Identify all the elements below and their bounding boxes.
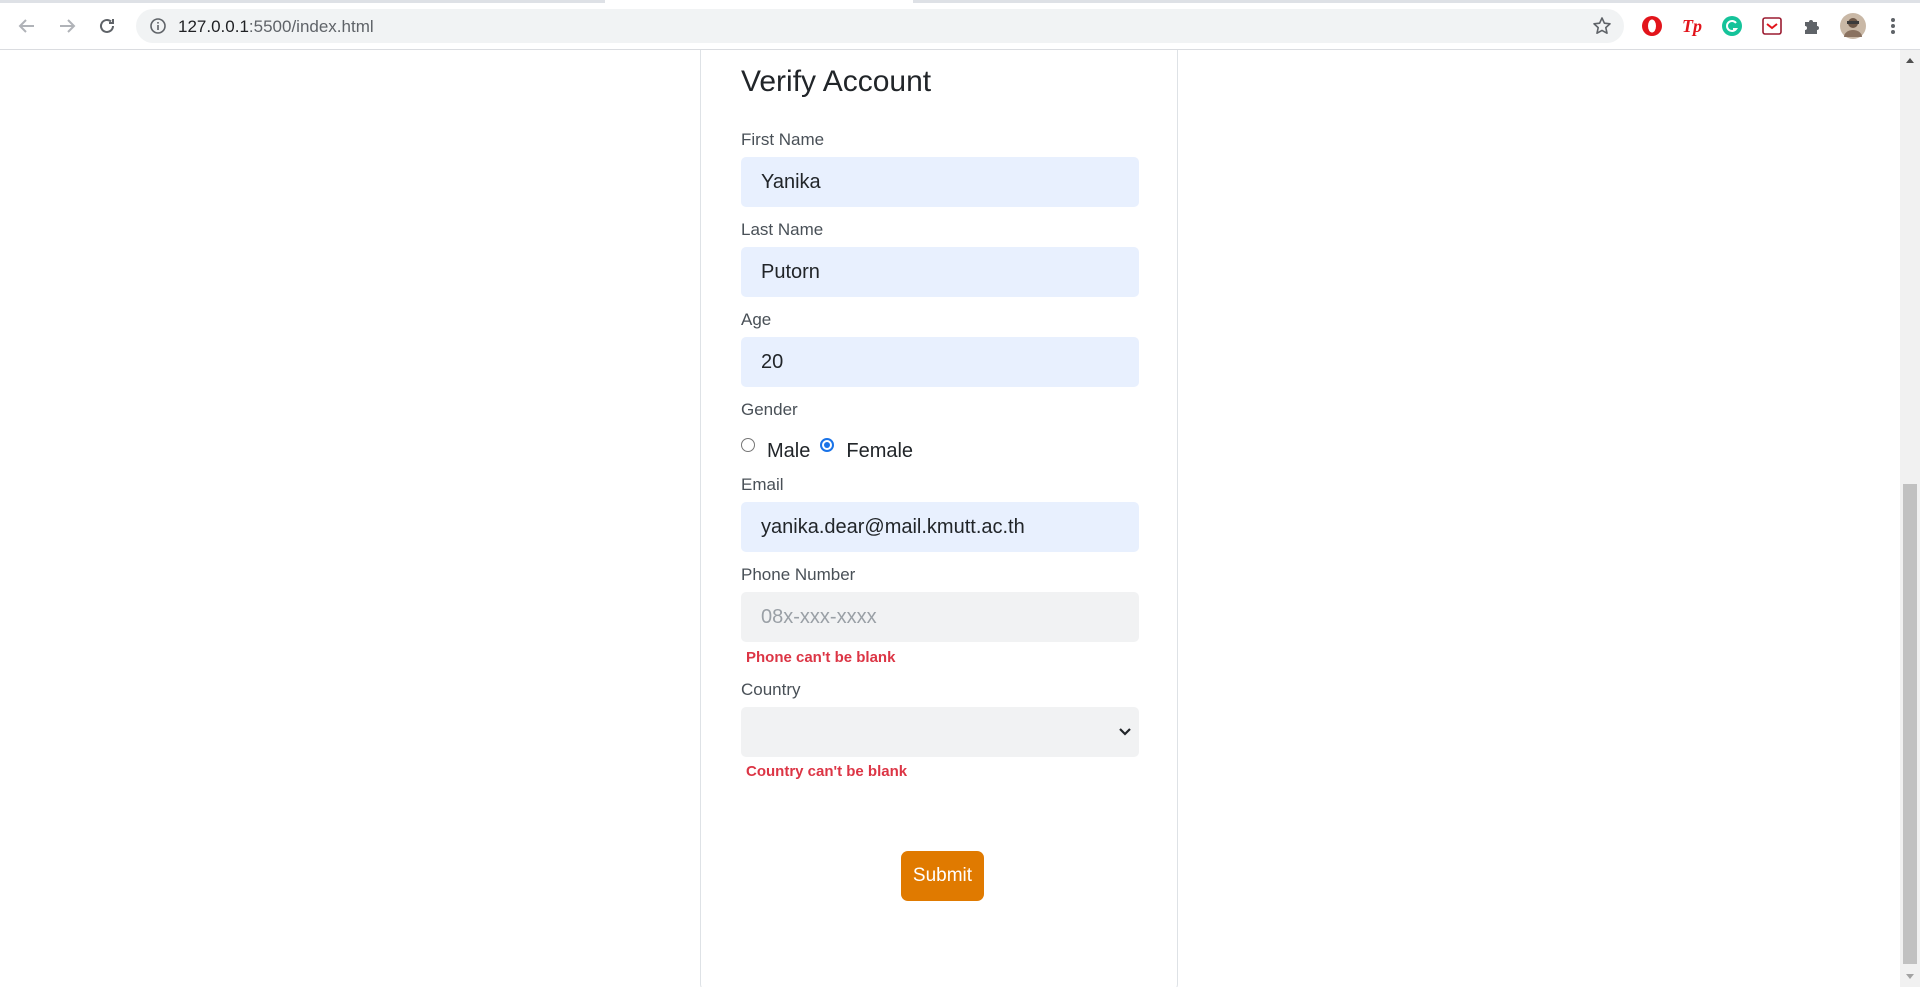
back-arrow-icon[interactable] <box>13 12 41 40</box>
age-label: Age <box>741 310 772 329</box>
last-name-label: Last Name <box>741 220 824 239</box>
gender-option-male-label: Male <box>767 439 811 462</box>
reload-icon[interactable] <box>93 12 121 40</box>
pocket-icon[interactable] <box>1761 15 1783 37</box>
email-field[interactable] <box>741 502 1139 552</box>
phone-error-message: Phone can't be blank <box>746 649 896 666</box>
age-field[interactable] <box>741 337 1139 387</box>
page-viewport: Verify Account First Name Last Name Age … <box>0 50 1900 987</box>
tp-label: Tp <box>1682 15 1702 36</box>
scroll-up-icon[interactable] <box>1900 50 1920 70</box>
opera-icon[interactable] <box>1641 15 1663 37</box>
submit-button[interactable]: Submit <box>901 851 984 901</box>
phone-field[interactable] <box>741 592 1139 642</box>
first-name-field[interactable] <box>741 157 1139 207</box>
gender-option-female-label: Female <box>846 439 914 462</box>
address-bar[interactable]: 127.0.0.1:5500/index.html <box>136 9 1624 43</box>
gender-radio-group: Male Female <box>741 436 923 466</box>
form-title: Verify Account <box>741 65 932 98</box>
gender-radio-female[interactable] <box>820 438 835 452</box>
chevron-down-icon <box>1117 723 1133 744</box>
url-path: :5500/index.html <box>248 17 374 36</box>
country-error-message: Country can't be blank <box>746 763 908 780</box>
url-host: 127.0.0.1 <box>178 17 249 36</box>
gender-radio-male[interactable] <box>741 438 755 452</box>
last-name-field[interactable] <box>741 247 1139 297</box>
first-name-label: First Name <box>741 130 825 149</box>
profile-avatar[interactable] <box>1840 13 1866 39</box>
url-text: 127.0.0.1:5500/index.html <box>178 17 374 37</box>
gender-label: Gender <box>741 400 798 419</box>
star-icon[interactable] <box>1592 16 1612 41</box>
more-menu-icon[interactable] <box>1882 15 1904 37</box>
info-icon[interactable] <box>149 17 167 40</box>
tp-icon[interactable]: Tp <box>1681 15 1703 37</box>
browser-toolbar: 127.0.0.1:5500/index.html Tp <box>0 3 1920 50</box>
vertical-scrollbar[interactable] <box>1900 50 1920 987</box>
grammarly-icon[interactable] <box>1721 15 1743 37</box>
phone-label: Phone Number <box>741 565 856 584</box>
puzzle-icon[interactable] <box>1801 15 1823 37</box>
scrollbar-thumb[interactable] <box>1903 484 1917 964</box>
forward-arrow-icon[interactable] <box>53 12 81 40</box>
scroll-down-icon[interactable] <box>1900 967 1920 987</box>
country-select[interactable] <box>741 707 1139 757</box>
country-label: Country <box>741 680 801 699</box>
email-label: Email <box>741 475 784 494</box>
